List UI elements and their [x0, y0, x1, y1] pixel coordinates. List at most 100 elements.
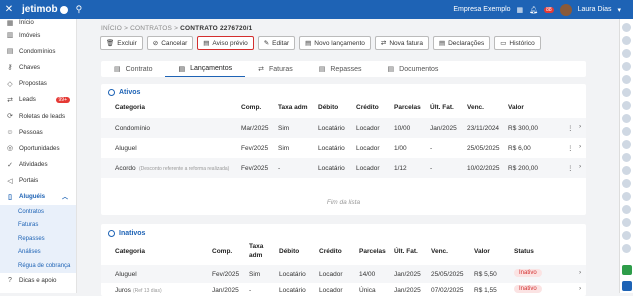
table-row[interactable]: Acordo (Desconto referente a reforma rea…	[101, 158, 586, 178]
trash-icon: 🗑︎	[106, 40, 115, 47]
sidebar-item-leads[interactable]: ⇄ Leads 99+	[0, 92, 76, 108]
new-entry-button[interactable]: ▤ Novo lançamento	[299, 36, 371, 50]
table-row[interactable]: Aluguel Fev/2025 Sim Locatário Locador 1…	[101, 265, 586, 283]
contact-avatar[interactable]	[622, 140, 631, 149]
contact-avatar[interactable]	[622, 23, 631, 32]
file-icon: ▤	[438, 40, 446, 47]
chevron-right-icon[interactable]: ›	[579, 163, 581, 170]
sidebar-item-chaves[interactable]: ⚷ Chaves	[0, 59, 76, 75]
contact-avatar[interactable]	[622, 62, 631, 71]
contact-avatar[interactable]	[622, 127, 631, 136]
contact-avatar[interactable]	[622, 36, 631, 45]
collapse-circle-icon	[108, 229, 115, 237]
pencil-icon: ✎	[263, 40, 270, 47]
inactive-section-title[interactable]: Inativos	[101, 224, 586, 242]
contact-avatar[interactable]	[622, 114, 631, 123]
contact-avatar[interactable]	[622, 205, 631, 214]
delete-button[interactable]: 🗑︎ Excluir	[100, 36, 143, 50]
kebab-menu-icon[interactable]: ⋮	[567, 144, 574, 152]
table-row[interactable]: Juros (Ref 13 dias) Jan/2025 - Locatário…	[101, 285, 586, 296]
active-section-title[interactable]: Ativos	[101, 84, 586, 100]
contact-avatar[interactable]	[622, 192, 631, 201]
kebab-menu-icon[interactable]: ⋮	[567, 124, 574, 132]
chevron-right-icon[interactable]: ›	[579, 143, 581, 150]
sidebar-sub-regua[interactable]: Régua de cobrança	[0, 259, 76, 273]
sidebar-sub-analises[interactable]: Análises	[0, 245, 76, 260]
table-row[interactable]: Aluguel Fev/2025 Sim Locatário Locador 1…	[101, 138, 586, 158]
cancel-icon: ⊘	[152, 40, 159, 47]
contact-avatar[interactable]	[622, 88, 631, 97]
contact-avatar[interactable]	[622, 101, 631, 110]
inactive-entries-card: Inativos Categoria Comp. Taxa adm Débito…	[101, 224, 586, 296]
edit-button[interactable]: ✎ Editar	[257, 36, 296, 50]
megaphone-icon: ◁	[7, 177, 13, 185]
contact-avatar[interactable]	[622, 153, 631, 162]
company-name[interactable]: Empresa Exemplo	[453, 6, 510, 13]
logo: jetimob	[22, 4, 58, 15]
tab-faturas[interactable]: ⇄ Faturas	[245, 61, 306, 77]
logo-mark-icon	[59, 5, 68, 14]
sidebar-item-atividades[interactable]: ✓ Atividades	[0, 157, 76, 173]
sidebar-item-dicas[interactable]: ? Dicas e apoio	[0, 273, 76, 289]
notice-button[interactable]: ▤ Aviso prévio	[197, 36, 254, 50]
declarations-button[interactable]: ▤ Declarações	[432, 36, 491, 50]
sidebar-item-oportunidades[interactable]: ◎ Oportunidades	[0, 140, 76, 156]
sidebar-sub-faturas[interactable]: Faturas	[0, 218, 76, 233]
kebab-menu-icon[interactable]: ⋮	[567, 164, 574, 172]
history-button[interactable]: ▭ Histórico	[494, 36, 541, 50]
sidebar-item-imoveis[interactable]: ▥ Imóveis	[0, 27, 76, 43]
contact-avatar[interactable]	[622, 75, 631, 84]
sidebar-item-alugueis[interactable]: ▯ Aluguéis ︿	[0, 189, 76, 205]
sidebar-item-pessoas[interactable]: ☺ Pessoas	[0, 124, 76, 140]
user-name[interactable]: Laura Dias	[578, 6, 612, 13]
collapse-icon[interactable]	[622, 281, 632, 291]
sidebar-item-inicio[interactable]: ▦ Início	[0, 19, 76, 27]
search-icon[interactable]: ⚲	[76, 4, 83, 15]
contact-avatar[interactable]	[622, 166, 631, 175]
sidebar-item-condominios[interactable]: ▤ Condomínios	[0, 43, 76, 59]
new-invoice-button[interactable]: ⇄ Nova fatura	[374, 36, 429, 50]
status-badge: Inativo	[514, 269, 542, 277]
contact-avatar[interactable]	[622, 231, 631, 240]
close-icon[interactable]: ✕	[0, 4, 18, 15]
apps-grid-icon[interactable]: ▦	[517, 6, 524, 14]
grid-icon: ▦	[6, 20, 14, 27]
sidebar-sub-repasses[interactable]: Repasses	[0, 232, 76, 246]
sidebar-item-portais[interactable]: ◁ Portais	[0, 173, 76, 189]
tab-documentos[interactable]: ▤ Documentos	[375, 61, 452, 77]
contact-avatar[interactable]	[622, 179, 631, 188]
breadcrumb-inicio[interactable]: INÍCIO	[101, 25, 122, 32]
bell-icon[interactable]: 🔔︎	[529, 6, 538, 14]
check-icon: ✓	[7, 161, 13, 169]
contact-avatar[interactable]	[622, 244, 631, 253]
leads-badge: 99+	[55, 96, 70, 103]
tab-lancamentos[interactable]: ▤ Lançamentos	[165, 61, 246, 77]
chevron-right-icon[interactable]: ›	[579, 285, 581, 292]
sidebar-item-propostas[interactable]: ◇ Propostas	[0, 76, 76, 92]
building-icon: ▥	[6, 32, 14, 40]
chevron-down-icon[interactable]: ▾	[617, 6, 621, 14]
document-icon: ▤	[203, 40, 210, 47]
people-icon: ☺	[6, 128, 14, 136]
contact-avatar[interactable]	[622, 218, 631, 227]
table-row[interactable]: Condomínio Mar/2025 Sim Locatário Locado…	[101, 118, 586, 138]
avatar[interactable]	[559, 3, 572, 16]
file-icon: ▤	[318, 66, 326, 73]
money-icon: ⇄	[258, 66, 265, 73]
chat-icon[interactable]	[622, 265, 632, 275]
collapse-circle-icon	[108, 88, 115, 96]
chevron-right-icon[interactable]: ›	[579, 269, 581, 276]
sidebar-sub-contratos[interactable]: Contratos	[0, 205, 76, 219]
top-bar: ✕ jetimob ⚲ Empresa Exemplo ▦ 🔔︎ 88 Laur…	[0, 0, 633, 19]
breadcrumb-contratos[interactable]: CONTRATOS	[130, 25, 172, 32]
history-icon: ▭	[500, 40, 507, 47]
cancel-button[interactable]: ⊘ Cancelar	[146, 36, 194, 50]
tab-contrato[interactable]: ▤ Contrato	[101, 61, 165, 77]
tab-repasses[interactable]: ▤ Repasses	[306, 61, 375, 77]
contact-avatar[interactable]	[622, 49, 631, 58]
chevron-right-icon[interactable]: ›	[579, 123, 581, 130]
tab-bar: ▤ Contrato ▤ Lançamentos ⇄ Faturas ▤ Repasse…	[101, 61, 586, 77]
sidebar-item-roletas[interactable]: ⟳ Roletas de leads	[0, 108, 76, 124]
action-toolbar: 🗑︎ Excluir ⊘ Cancelar ▤ Aviso prévio ✎ Edita…	[100, 36, 541, 50]
key-icon: ⚷	[7, 64, 13, 72]
